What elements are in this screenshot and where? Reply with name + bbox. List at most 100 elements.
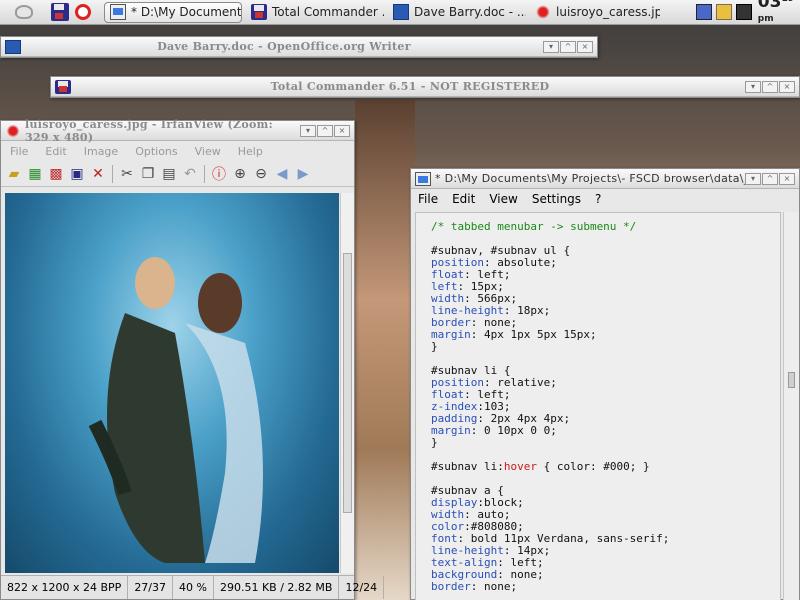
status-filesize: 290.51 KB / 2.82 MB <box>214 576 340 599</box>
next-icon[interactable]: ▶ <box>294 165 312 183</box>
slideshow-icon[interactable]: ▦ <box>26 165 44 183</box>
menu-view[interactable]: View <box>482 192 524 206</box>
irfan-title: luisroyo_caress.jpg - IrfanView (Zoom: 3… <box>25 117 273 144</box>
close-button[interactable]: × <box>577 40 593 53</box>
thumbnails-icon[interactable]: ▩ <box>47 165 65 183</box>
maximize-button[interactable]: ^ <box>762 80 778 93</box>
maximize-button[interactable]: ^ <box>560 40 576 53</box>
code-pseudo: hover <box>503 460 537 473</box>
delete-icon[interactable]: ✕ <box>89 165 107 183</box>
maximize-button[interactable]: ^ <box>762 172 778 185</box>
tc-title: Total Commander 6.51 - NOT REGISTERED <box>270 80 550 93</box>
task-irfanview[interactable]: luisroyo_caress.jp... <box>530 2 660 23</box>
menu-edit[interactable]: Edit <box>445 192 482 206</box>
editor-window[interactable]: * D:\My Documents\My Projects\- FSCD bro… <box>410 168 800 600</box>
code-value: : 0 10px 0 0; <box>470 424 557 437</box>
previous-icon[interactable]: ◀ <box>273 165 291 183</box>
editor-app-icon <box>415 171 431 186</box>
desktop-wallpaper <box>355 100 415 600</box>
close-button[interactable]: × <box>779 80 795 93</box>
open-folder-icon[interactable]: ▰ <box>5 165 23 183</box>
shade-button[interactable]: ▾ <box>745 172 761 185</box>
irfan-vertical-scrollbar[interactable] <box>340 193 354 573</box>
code-line: margin: 0 10px 0 0; <box>431 425 780 437</box>
info-icon[interactable]: ⓘ <box>210 165 228 183</box>
editor-titlebar[interactable]: * D:\My Documents\My Projects\- FSCD bro… <box>411 169 799 189</box>
zoom-in-icon[interactable]: ⊕ <box>231 165 249 183</box>
task-total-commander[interactable]: Total Commander ... <box>246 2 384 23</box>
zoom-out-icon[interactable]: ⊖ <box>252 165 270 183</box>
status-date: 12/24 <box>339 576 385 599</box>
menu-help[interactable]: Help <box>229 145 271 158</box>
opera-quicklaunch-icon[interactable] <box>75 4 91 20</box>
code-line: /* tabbed menubar -> submenu */ <box>431 221 780 233</box>
save-quicklaunch-icon[interactable] <box>51 3 69 21</box>
start-icon <box>15 5 33 19</box>
task-label: Dave Barry.doc - ... <box>414 5 526 19</box>
code-line: border: none; <box>431 581 780 593</box>
scrollbar-thumb[interactable] <box>788 372 795 388</box>
task-writer[interactable]: Dave Barry.doc - ... <box>388 2 526 23</box>
shade-button[interactable]: ▾ <box>543 40 559 53</box>
editor-vertical-scrollbar[interactable] <box>783 212 799 600</box>
undo-icon[interactable]: ↶ <box>181 165 199 183</box>
code-property: border <box>431 580 471 593</box>
code-line: #subnav li:hover { color: #000; } <box>431 461 780 473</box>
status-dimensions: 822 x 1200 x 24 BPP <box>1 576 129 599</box>
menu-settings[interactable]: Settings <box>525 192 588 206</box>
total-commander-window[interactable]: Total Commander 6.51 - NOT REGISTERED ▾ … <box>50 76 800 98</box>
irfan-titlebar[interactable]: luisroyo_caress.jpg - IrfanView (Zoom: 3… <box>1 117 354 144</box>
close-button[interactable]: × <box>779 172 795 185</box>
menu-edit[interactable]: Edit <box>36 145 74 158</box>
writer-app-icon <box>5 39 21 54</box>
monitor-icon[interactable] <box>735 4 752 20</box>
paste-icon[interactable]: ▤ <box>160 165 178 183</box>
copy-icon[interactable]: ❐ <box>139 165 157 183</box>
task-label: luisroyo_caress.jp... <box>556 5 660 19</box>
code-selector: #subnav li: <box>431 460 504 473</box>
clock-ampm: pm <box>757 14 774 24</box>
task-editor[interactable]: * D:\My Document... <box>104 1 242 23</box>
total-commander-task-icon <box>251 4 267 20</box>
tc-titlebar[interactable]: Total Commander 6.51 - NOT REGISTERED ▾ … <box>51 77 799 97</box>
irfanview-window[interactable]: luisroyo_caress.jpg - IrfanView (Zoom: 3… <box>0 117 385 600</box>
shade-button[interactable]: ▾ <box>745 80 761 93</box>
writer-window[interactable]: Dave Barry.doc - OpenOffice.org Writer ▾… <box>0 36 598 58</box>
scrollbar-thumb[interactable] <box>343 253 352 513</box>
close-button[interactable]: × <box>334 124 350 137</box>
code-editor[interactable]: /* tabbed menubar -> submenu */#subnav, … <box>415 212 781 600</box>
code-value: : none; <box>470 580 518 593</box>
code-line: } <box>431 341 780 353</box>
code-comment: /* tabbed menubar -> submenu */ <box>431 220 637 233</box>
clock[interactable]: 0319 pm <box>758 0 794 32</box>
menu-help[interactable]: ? <box>588 192 608 206</box>
menu-options[interactable]: Options <box>126 145 185 158</box>
menu-image[interactable]: Image <box>75 145 126 158</box>
menu-file[interactable]: File <box>1 145 36 158</box>
status-zoom: 40 % <box>173 576 214 599</box>
code-line: margin: 4px 1px 5px 15px; <box>431 329 780 341</box>
editor-menubar: File Edit View Settings ? <box>411 189 799 209</box>
editor-title: * D:\My Documents\My Projects\- FSCD bro… <box>435 172 745 185</box>
editor-task-icon <box>110 4 126 20</box>
code-rule: { color: #000; } <box>536 460 650 473</box>
code-selector: } <box>431 340 438 353</box>
tc-app-icon <box>55 79 71 94</box>
folder-icon[interactable] <box>715 4 732 20</box>
writer-titlebar[interactable]: Dave Barry.doc - OpenOffice.org Writer ▾… <box>1 37 597 57</box>
image-view[interactable] <box>5 193 339 573</box>
shade-button[interactable]: ▾ <box>300 124 316 137</box>
system-tray: 0319 pm <box>694 0 800 25</box>
writer-task-icon <box>393 4 409 20</box>
code-selector: } <box>431 436 438 449</box>
menu-view[interactable]: View <box>186 145 229 158</box>
maximize-button[interactable]: ^ <box>317 124 333 137</box>
start-button[interactable] <box>0 0 48 25</box>
cut-icon[interactable]: ✂ <box>118 165 136 183</box>
menu-file[interactable]: File <box>411 192 445 206</box>
task-label: * D:\My Document... <box>131 5 242 19</box>
status-file-index: 27/37 <box>128 576 174 599</box>
network-icon[interactable] <box>695 4 712 20</box>
save-icon[interactable]: ▣ <box>68 165 86 183</box>
code-value: : 4px 1px 5px 15px; <box>470 328 597 341</box>
